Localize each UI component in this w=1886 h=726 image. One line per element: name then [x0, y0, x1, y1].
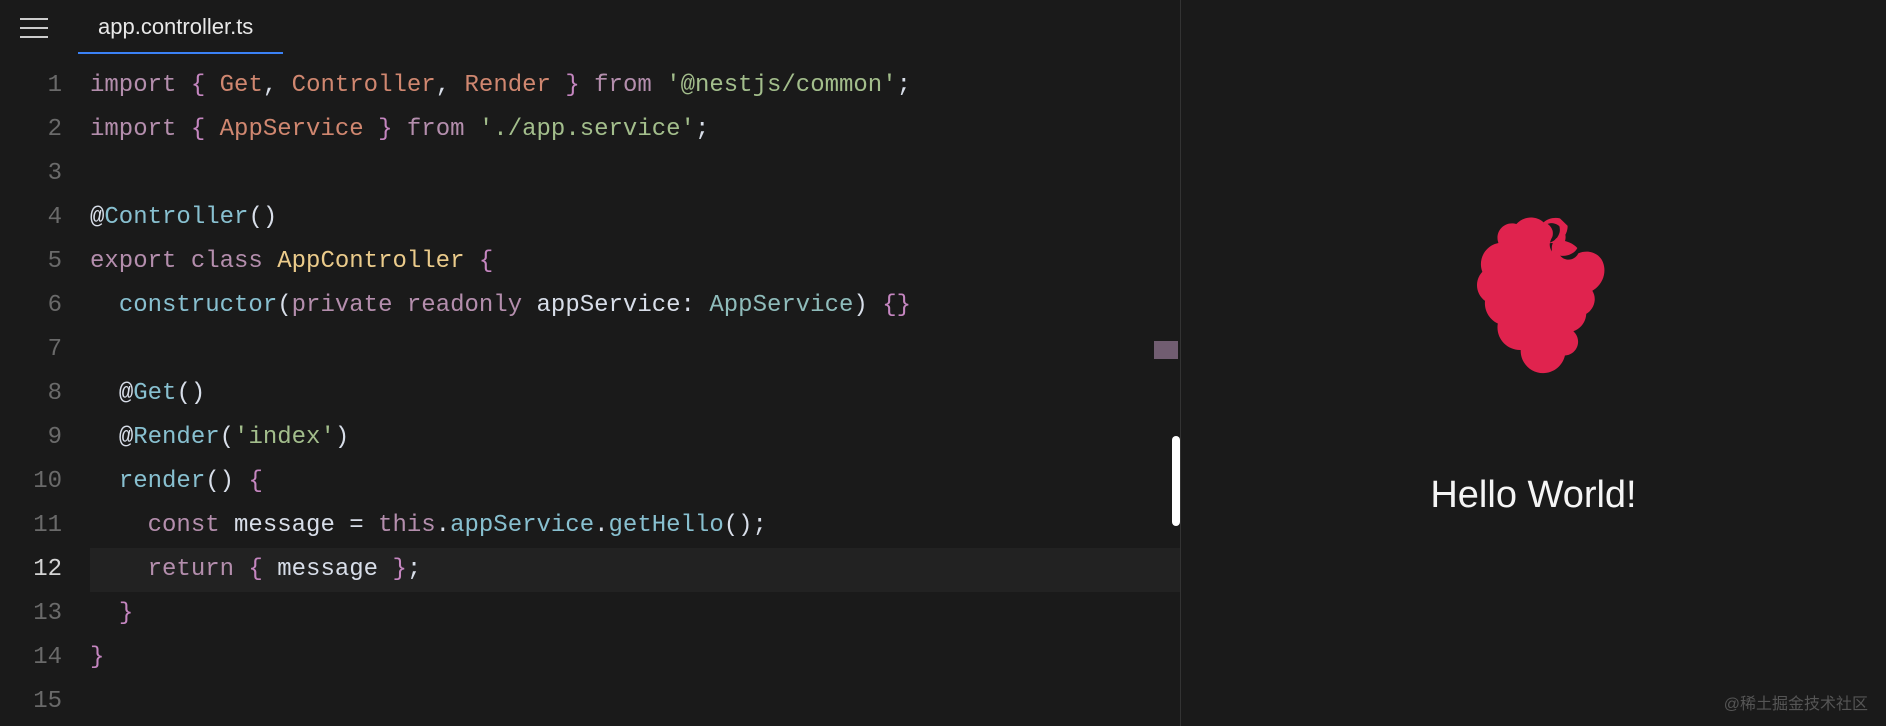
code-content[interactable]: import { Get, Controller, Render } from …: [90, 64, 1180, 724]
line-number: 8: [0, 372, 62, 416]
code-line: export class AppController {: [90, 240, 1180, 284]
code-line-current: return { message };: [90, 548, 1180, 592]
code-line: [90, 680, 1180, 724]
preview-output-text: Hello World!: [1430, 474, 1636, 517]
code-line: @Controller(): [90, 196, 1180, 240]
code-line: @Get(): [90, 372, 1180, 416]
line-number-current: 12: [0, 548, 62, 592]
preview-pane: Hello World! @稀土掘金技术社区: [1180, 0, 1886, 726]
code-line: render() {: [90, 460, 1180, 504]
code-line: @Render('index'): [90, 416, 1180, 460]
editor-pane: app.controller.ts 1 2 3 4 5 6 7 8 9 10 1…: [0, 0, 1180, 726]
minimap[interactable]: [1162, 56, 1180, 676]
minimap-marker: [1154, 341, 1178, 359]
code-line: import { AppService } from './app.servic…: [90, 108, 1180, 152]
code-line: [90, 328, 1180, 372]
line-number: 14: [0, 636, 62, 680]
code-line: }: [90, 636, 1180, 680]
line-number: 13: [0, 592, 62, 636]
code-line: import { Get, Controller, Render } from …: [90, 64, 1180, 108]
code-line: const message = this.appService.getHello…: [90, 504, 1180, 548]
line-number-gutter: 1 2 3 4 5 6 7 8 9 10 11 12 13 14 15: [0, 64, 90, 724]
line-number: 6: [0, 284, 62, 328]
file-tab[interactable]: app.controller.ts: [78, 2, 283, 54]
line-number: 9: [0, 416, 62, 460]
line-number: 15: [0, 680, 62, 724]
code-line: [90, 152, 1180, 196]
line-number: 1: [0, 64, 62, 108]
nestjs-logo-icon: [1424, 209, 1644, 434]
line-number: 4: [0, 196, 62, 240]
line-number: 2: [0, 108, 62, 152]
line-number: 5: [0, 240, 62, 284]
line-number: 11: [0, 504, 62, 548]
minimap-scrollbar[interactable]: [1172, 436, 1180, 526]
hamburger-menu-icon[interactable]: [20, 18, 48, 38]
line-number: 3: [0, 152, 62, 196]
code-line: }: [90, 592, 1180, 636]
line-number: 7: [0, 328, 62, 372]
top-bar: app.controller.ts: [0, 0, 1180, 56]
code-editor[interactable]: 1 2 3 4 5 6 7 8 9 10 11 12 13 14 15 impo…: [0, 56, 1180, 724]
code-line: constructor(private readonly appService:…: [90, 284, 1180, 328]
watermark-text: @稀土掘金技术社区: [1724, 690, 1868, 714]
line-number: 10: [0, 460, 62, 504]
